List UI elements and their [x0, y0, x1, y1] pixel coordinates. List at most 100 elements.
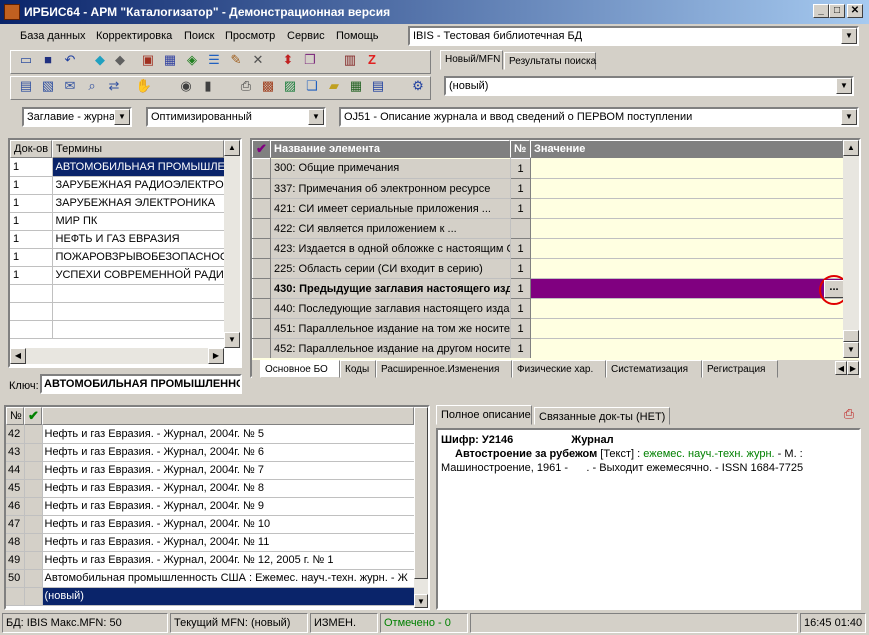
element-value[interactable] [530, 218, 843, 239]
list-item[interactable]: 50 Автомобильная промышленность США : Еже… [6, 569, 414, 588]
results-vscroll[interactable]: ▼ [414, 407, 428, 608]
scroll-up-icon[interactable]: ▲ [843, 140, 859, 156]
dict-hscroll[interactable]: ◀ ▶ [10, 348, 224, 364]
list-item[interactable]: 48 Нефть и газ Евразия. - Журнал, 2004г. … [6, 533, 414, 552]
scroll-down-icon[interactable]: ▼ [843, 342, 859, 358]
tab-full-description[interactable]: Полное описание [436, 405, 532, 425]
scroll-right-icon[interactable]: ▶ [208, 348, 224, 364]
record-checkbox[interactable] [24, 551, 43, 570]
index-select[interactable]: Заглавие - журна ▼ [22, 107, 132, 127]
folder-icon[interactable]: ▮ [199, 77, 217, 95]
tab-left-icon[interactable]: ◀ [835, 361, 847, 375]
print-icon[interactable]: ⎙ [840, 405, 858, 423]
undo-icon[interactable]: ↶ [61, 51, 79, 69]
dict-vscroll[interactable]: ▲ ▼ [224, 140, 240, 348]
tab-registration[interactable]: Регистрация [702, 360, 778, 378]
chevron-down-icon[interactable]: ▼ [308, 109, 324, 125]
table-row[interactable]: 1 ЗАРУБЕЖНАЯ ЭЛЕКТРОНИКА [10, 194, 225, 213]
record-checkbox[interactable] [24, 587, 43, 606]
record-select[interactable]: (новый) ▼ [444, 76, 854, 96]
chevron-down-icon[interactable]: ▼ [114, 109, 130, 125]
list-item[interactable]: 43 Нефть и газ Евразия. - Журнал, 2004г. … [6, 443, 414, 462]
tab-codes[interactable]: Коды [340, 360, 376, 378]
record-checkbox[interactable] [24, 443, 43, 462]
hand-icon[interactable]: ✋ [135, 77, 153, 95]
results-header-number[interactable]: № [6, 407, 24, 425]
check-icon[interactable]: ▧ [39, 77, 57, 95]
scroll-thumb[interactable] [414, 407, 428, 579]
dict-header-count[interactable]: Док-ов [10, 140, 52, 158]
duplicate-icon[interactable]: ❐ [301, 51, 319, 69]
element-value[interactable] [530, 198, 843, 219]
element-value[interactable] [530, 318, 843, 339]
menu-search[interactable]: Поиск [184, 30, 214, 42]
header-value[interactable]: Значение [530, 140, 843, 158]
record-checkbox[interactable] [24, 497, 43, 516]
menu-view[interactable]: Просмотр [225, 30, 275, 42]
element-value[interactable] [530, 258, 843, 279]
tab-search-results[interactable]: Результаты поиска [504, 52, 596, 70]
print-list-icon[interactable]: ▨ [281, 77, 299, 95]
table-row[interactable]: 1 ПОЖАРОВЗРЫВОБЕЗОПАСНОСТ [10, 248, 225, 267]
list-icon[interactable]: ☰ [205, 51, 223, 69]
delete-icon[interactable]: ✕ [249, 51, 267, 69]
element-value[interactable] [530, 298, 843, 319]
header-number[interactable]: № [510, 140, 530, 158]
excel-icon[interactable]: ▦ [347, 77, 365, 95]
record-checkbox[interactable] [24, 461, 43, 480]
table-row[interactable]: 1 НЕФТЬ И ГАЗ ЕВРАЗИЯ [10, 230, 225, 249]
dict-header-terms[interactable]: Термины [52, 140, 224, 158]
table-row[interactable]: 1 МИР ПК [10, 212, 225, 231]
tab-new-mfn[interactable]: Новый/MFN [440, 50, 503, 70]
next-icon[interactable]: ◆ [111, 51, 129, 69]
list-item[interactable]: 47 Нефть и газ Евразия. - Журнал, 2004г. … [6, 515, 414, 534]
z3950-icon[interactable]: Z [363, 51, 381, 69]
new-record-icon[interactable]: ▭ [17, 51, 35, 69]
list-item[interactable]: (новый) [6, 587, 414, 606]
chevron-down-icon[interactable]: ▼ [841, 28, 857, 44]
maximize-button[interactable]: □ [829, 4, 845, 18]
comment-icon[interactable]: ▤ [17, 77, 35, 95]
list-item[interactable]: 45 Нефть и газ Евразия. - Журнал, 2004г. … [6, 479, 414, 498]
grid-icon[interactable]: ▦ [161, 51, 179, 69]
close-button[interactable]: ✕ [847, 4, 863, 18]
copy-icon[interactable]: ▣ [139, 51, 157, 69]
import-icon[interactable]: ◈ [183, 51, 201, 69]
menu-edit[interactable]: Корректировка [96, 30, 172, 42]
save-icon[interactable]: ■ [39, 51, 57, 69]
prev-icon[interactable]: ◆ [91, 51, 109, 69]
chevron-down-icon[interactable]: ▼ [841, 109, 857, 125]
table-row[interactable]: 1 ЗАРУБЕЖНАЯ РАДИОЭЛЕКТРОН [10, 176, 225, 195]
record-checkbox[interactable] [24, 425, 43, 444]
mail-icon[interactable]: ✉ [61, 77, 79, 95]
list-item[interactable]: 44 Нефть и газ Евразия. - Журнал, 2004г. … [6, 461, 414, 480]
chevron-down-icon[interactable]: ▼ [836, 78, 852, 94]
key-input[interactable]: АВТОМОБИЛЬНАЯ ПРОМЫШЛЕННО [40, 374, 242, 394]
element-value[interactable] [530, 338, 843, 358]
tab-physical[interactable]: Физические хар. [512, 360, 606, 378]
list-item[interactable]: 42 Нефть и газ Евразия. - Журнал, 2004г. … [6, 425, 414, 444]
print-icon[interactable]: ⎙ [237, 77, 255, 95]
editor-row[interactable]: 337: Примечания об электронном ресурсе 1 [252, 178, 843, 199]
worksheet-select[interactable]: OJ51 - Описание журнала и ввод сведений … [339, 107, 859, 127]
element-value[interactable] [530, 158, 843, 179]
find-icon[interactable]: ⌕ [83, 77, 101, 95]
ellipsis-button[interactable]: ... [824, 280, 844, 298]
editor-row[interactable]: 430: Предыдущие заглавия настоящего изд 1 [252, 278, 843, 299]
tab-right-icon[interactable]: ▶ [847, 361, 859, 375]
scroll-left-icon[interactable]: ◀ [10, 348, 26, 364]
mode-select[interactable]: Оптимизированный ▼ [146, 107, 326, 127]
menu-database[interactable]: База данных [20, 30, 86, 42]
menu-help[interactable]: Помощь [336, 30, 379, 42]
tab-classification[interactable]: Систематизация [606, 360, 702, 378]
record-checkbox[interactable] [24, 479, 43, 498]
barcode-icon[interactable]: ▥ [341, 51, 359, 69]
list-item[interactable]: 46 Нефть и газ Евразия. - Журнал, 2004г. … [6, 497, 414, 516]
scroll-down-icon[interactable]: ▼ [414, 594, 428, 608]
edit-icon[interactable]: ✎ [227, 51, 245, 69]
editor-row[interactable]: 225: Область серии (СИ входит в серию) 1 [252, 258, 843, 279]
settings-icon[interactable]: ⚙ [409, 77, 427, 95]
check-icon[interactable]: ✔ [24, 407, 42, 425]
word-icon[interactable]: ▤ [369, 77, 387, 95]
minimize-button[interactable]: _ [813, 4, 829, 18]
